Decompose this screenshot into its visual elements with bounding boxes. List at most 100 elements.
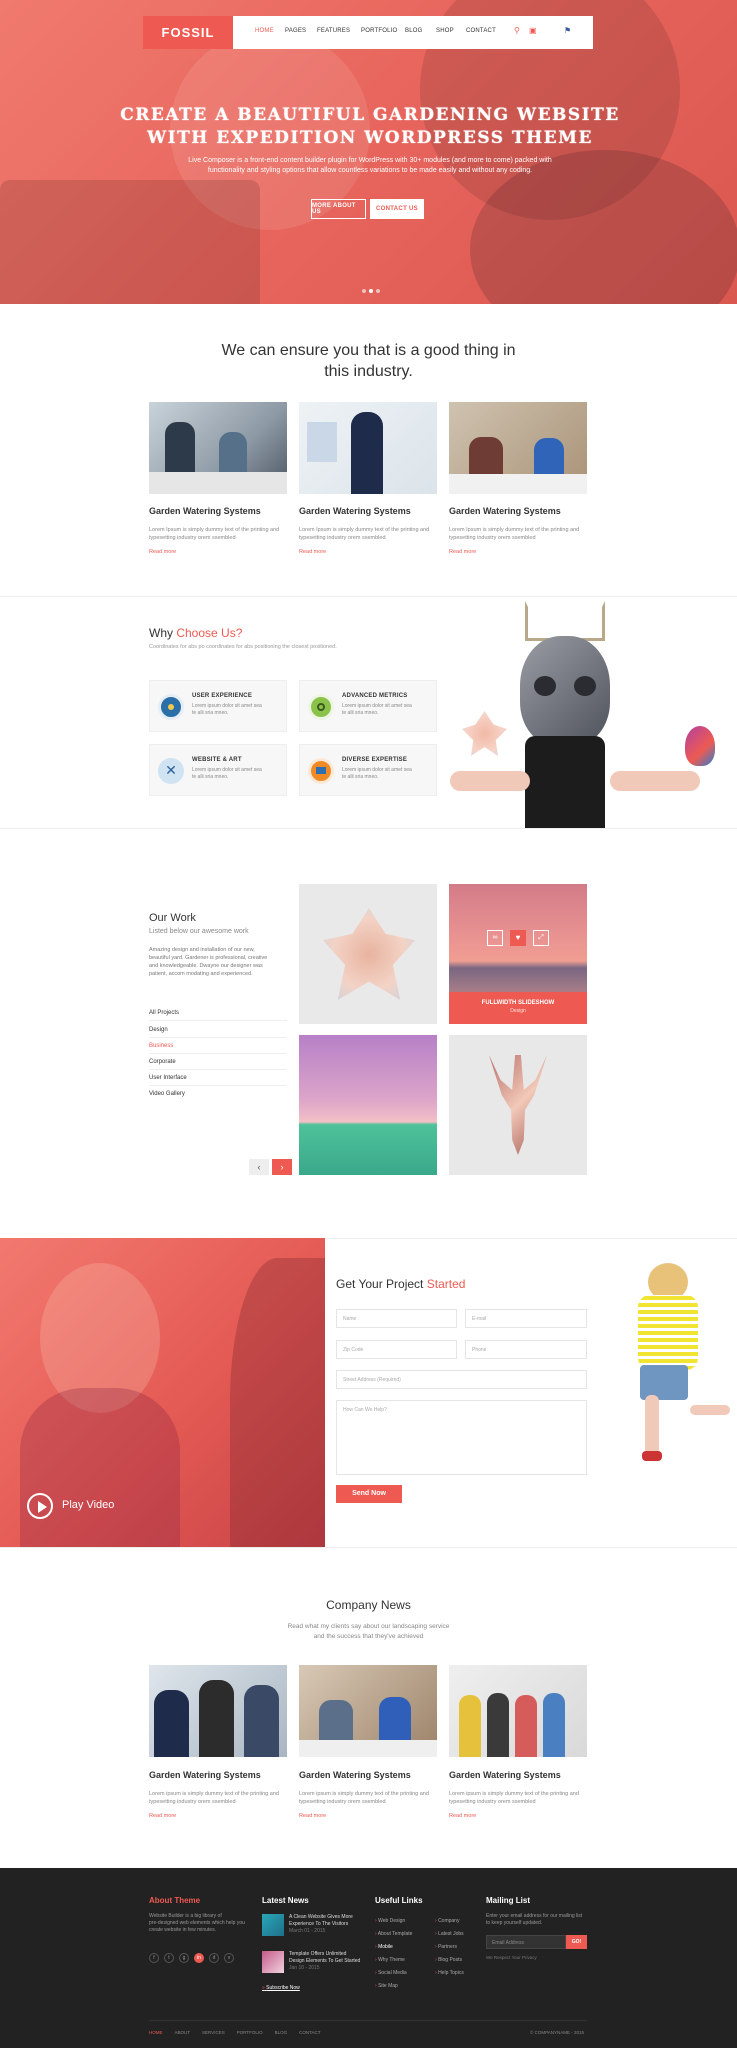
filter-corporate[interactable]: Corporate: [149, 1059, 287, 1070]
nav-features[interactable]: FEATURES: [317, 28, 350, 34]
slider-dot[interactable]: [376, 289, 380, 293]
zoom-icon[interactable]: ⤢: [533, 930, 549, 946]
newsletter-go-button[interactable]: GO!: [566, 1935, 587, 1949]
read-more-link[interactable]: Read more: [149, 549, 176, 555]
next-arrow-icon[interactable]: ›: [272, 1159, 292, 1175]
footer-link[interactable]: › Company: [435, 1918, 464, 1924]
news-image-group[interactable]: [449, 1665, 587, 1757]
footer-links-title: Useful Links: [375, 1896, 423, 1905]
work-title: Our Work: [149, 912, 196, 924]
news-thumb[interactable]: [262, 1951, 284, 1973]
read-more-link[interactable]: Read more: [149, 1813, 176, 1819]
footer-link[interactable]: › Help Topics: [435, 1970, 464, 1976]
read-more-link[interactable]: Read more: [299, 1813, 326, 1819]
feature-website-art: ✕ WEBSITE & ART Lorem ipsum dolor sit am…: [149, 744, 287, 796]
facebook-icon[interactable]: f: [149, 1953, 159, 1963]
video-panel[interactable]: Play Video: [0, 1238, 325, 1547]
phone-field[interactable]: Phone: [465, 1340, 587, 1359]
footer-link[interactable]: › Mobile: [375, 1944, 412, 1950]
name-field[interactable]: Name: [336, 1309, 457, 1328]
service-title: Garden Watering Systems: [149, 506, 261, 516]
hero-photo-shape-table: [0, 180, 260, 304]
read-more-link[interactable]: Read more: [449, 549, 476, 555]
filter-all-projects[interactable]: All Projects: [149, 1010, 287, 1021]
footer-link[interactable]: › Why Theme: [375, 1957, 412, 1963]
service-image-office[interactable]: [449, 402, 587, 494]
more-about-us-button[interactable]: MORE ABOUT US: [311, 199, 366, 219]
footer-link[interactable]: › Latest Jobs: [435, 1931, 464, 1937]
footer-news-1[interactable]: A Clean Website Gives More Experience To …: [289, 1914, 369, 1935]
heart-icon[interactable]: ♥: [510, 930, 526, 946]
news-item-title[interactable]: Garden Watering Systems: [449, 1770, 561, 1780]
link-icon[interactable]: ∞: [487, 930, 503, 946]
footer-news-2[interactable]: Template Offers Unlimited Design Elements…: [289, 1951, 369, 1972]
newsletter-email-input[interactable]: Email Address: [486, 1935, 566, 1949]
service-image-meeting[interactable]: [149, 402, 287, 494]
news-item-title[interactable]: Garden Watering Systems: [299, 1770, 411, 1780]
play-icon[interactable]: [27, 1493, 53, 1519]
footer-nav-about[interactable]: ABOUT: [175, 2030, 191, 2035]
jumping-girl-illustration: [620, 1255, 737, 1475]
footer-nav-portfolio[interactable]: PORTFOLIO: [237, 2030, 263, 2035]
filter-business[interactable]: Business: [149, 1043, 287, 1054]
service-title: Garden Watering Systems: [449, 506, 561, 516]
work-tile-deer[interactable]: [449, 1035, 587, 1175]
search-icon[interactable]: ⚲: [514, 26, 520, 35]
footer-link[interactable]: › Web Design: [375, 1918, 412, 1924]
twitter-icon[interactable]: t: [164, 1953, 174, 1963]
footer-nav-contact[interactable]: CONTACT: [299, 2030, 320, 2035]
logo[interactable]: FOSSIL: [143, 16, 233, 49]
footer-link[interactable]: › Partners: [435, 1944, 464, 1950]
slider-dot[interactable]: [362, 289, 366, 293]
work-tile-lake[interactable]: [299, 1035, 437, 1175]
message-textarea[interactable]: How Can We Help?: [336, 1400, 587, 1475]
news-image-office[interactable]: [299, 1665, 437, 1757]
google-plus-icon[interactable]: g: [179, 1953, 189, 1963]
nav-contact[interactable]: CONTACT: [466, 28, 496, 34]
news-thumb[interactable]: [262, 1914, 284, 1936]
footer-about-title: About Theme: [149, 1896, 201, 1905]
arrow-right-icon: »: [262, 1985, 265, 1991]
dribbble-icon[interactable]: d: [209, 1953, 219, 1963]
service-text: Lorem Ipsum is simply dummy text of the …: [299, 527, 430, 541]
footer-link[interactable]: › Social Media: [375, 1970, 412, 1976]
read-more-link[interactable]: Read more: [449, 1813, 476, 1819]
prev-arrow-icon[interactable]: ‹: [249, 1159, 269, 1175]
news-image-team[interactable]: [149, 1665, 287, 1757]
section-divider: [0, 828, 737, 829]
street-address-field[interactable]: Street Address (Required): [336, 1370, 587, 1389]
contact-us-button[interactable]: CONTACT US: [370, 199, 424, 219]
linkedin-icon[interactable]: in: [194, 1953, 204, 1963]
skull-icon: [520, 636, 610, 746]
play-video-label[interactable]: Play Video: [62, 1499, 114, 1511]
filter-video-gallery[interactable]: Video Gallery: [149, 1091, 287, 1101]
filter-design[interactable]: Design: [149, 1027, 287, 1038]
footer-link[interactable]: › Site Map: [375, 1983, 412, 1989]
news-item-title[interactable]: Garden Watering Systems: [149, 1770, 261, 1780]
zip-code-field[interactable]: Zip Code: [336, 1340, 457, 1359]
work-tile-slideshow[interactable]: ∞ ♥ ⤢ FULLWIDTH SLIDESHOW Design: [449, 884, 587, 1024]
email-field[interactable]: E-mail: [465, 1309, 587, 1328]
nav-home[interactable]: HOME: [255, 28, 274, 34]
flag-icon[interactable]: ⚑: [564, 26, 571, 35]
footer-link[interactable]: › About Template: [375, 1931, 412, 1937]
footer-link[interactable]: › Blog Posts: [435, 1957, 464, 1963]
nav-pages[interactable]: PAGES: [285, 28, 306, 34]
read-more-link[interactable]: Read more: [299, 549, 326, 555]
nav-blog[interactable]: BLOG: [405, 28, 422, 34]
work-tile-crystal-flower[interactable]: [299, 884, 437, 1024]
service-image-presentation[interactable]: [299, 402, 437, 494]
cart-icon[interactable]: ▣: [529, 26, 537, 35]
subscribe-link[interactable]: » Subscribe Now: [262, 1985, 300, 1991]
send-now-button[interactable]: Send Now: [336, 1485, 402, 1503]
nav-shop[interactable]: SHOP: [436, 28, 454, 34]
footer-nav-services[interactable]: SERVICES: [202, 2030, 225, 2035]
footer-nav-blog[interactable]: BLOG: [275, 2030, 288, 2035]
footer-nav-home[interactable]: HOME: [149, 2030, 163, 2035]
vimeo-icon[interactable]: v: [224, 1953, 234, 1963]
footer-about-text: Website Builder is a big library of pre-d…: [149, 1913, 245, 1933]
nav-portfolio[interactable]: PORTFOLIO: [361, 28, 397, 34]
filter-user-interface[interactable]: User Interface: [149, 1075, 287, 1086]
slider-dot-active[interactable]: [369, 289, 373, 293]
links-col-1: › Web Design › About Template › Mobile ›…: [375, 1918, 412, 1989]
